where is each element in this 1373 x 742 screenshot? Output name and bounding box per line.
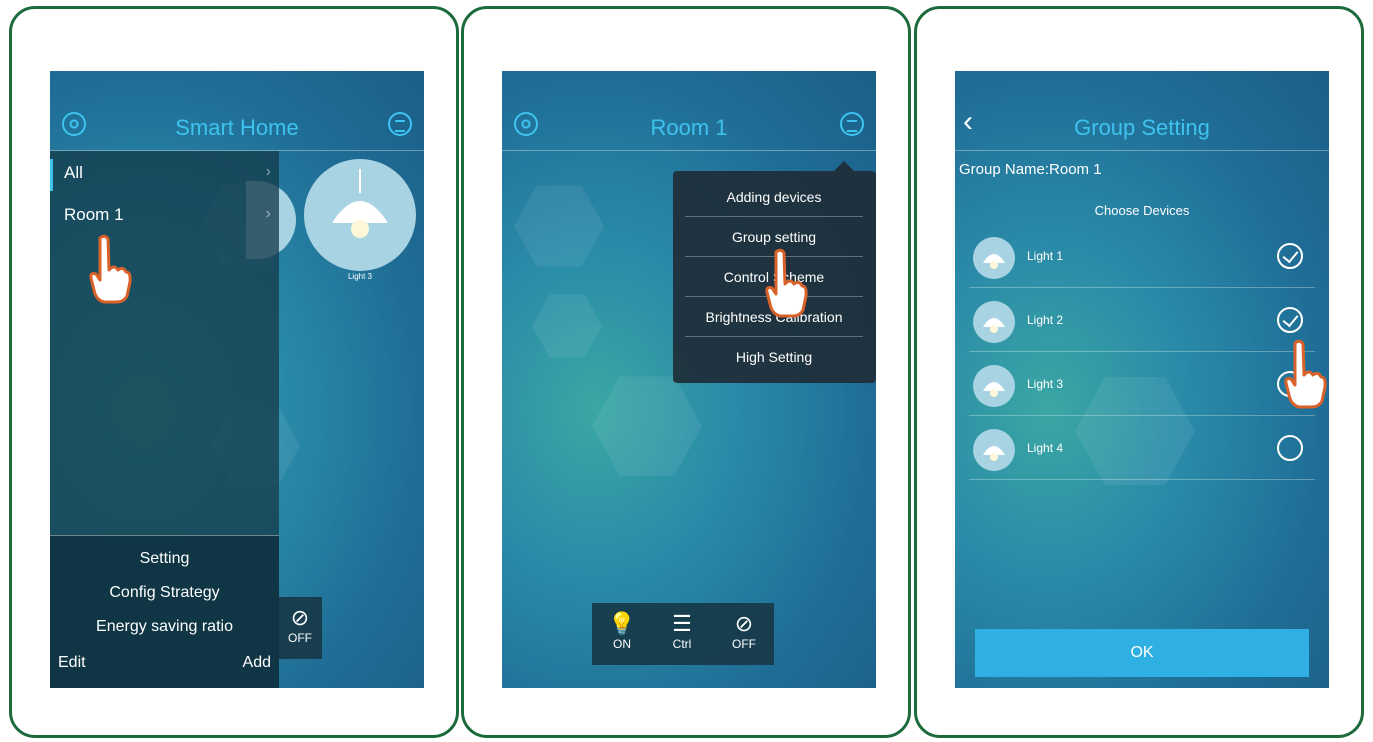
energy-saving-ratio-link[interactable]: Energy saving ratio [50,618,279,636]
screen-room: Room 1 Adding devices Group setting Cont… [502,71,876,688]
off-control[interactable]: ⊘ OFF [278,597,322,659]
ctrl-button[interactable]: ☰ Ctrl [662,611,702,651]
on-button[interactable]: 💡 ON [602,611,642,651]
screen-group-setting: ‹ Group Setting Group Name:Room 1 Choose… [955,71,1329,688]
config-strategy-link[interactable]: Config Strategy [50,584,279,602]
selected-indicator [50,159,53,191]
page-title: Group Setting [1074,115,1210,140]
ok-button[interactable]: OK [975,629,1309,677]
group-name-label: Group Name:Room 1 [959,161,1102,178]
bulb-off-icon: ⊘ [734,611,754,636]
pendant-lamp-icon [973,429,1015,471]
control-bar: 💡 ON ☰ Ctrl ⊘ OFF [592,603,774,665]
tap-hand-icon [88,234,132,304]
bg-hexagon [592,376,702,476]
chevron-right-icon: › [265,205,271,222]
setting-link[interactable]: Setting [50,550,279,568]
menu-item-high-setting[interactable]: High Setting [685,337,863,377]
tap-hand-icon [1283,339,1327,409]
device-label: Light 3 [347,272,373,281]
menu-icon[interactable] [388,112,412,136]
pendant-lamp-icon [973,365,1015,407]
check-circle-icon[interactable] [1277,243,1303,269]
off-label: OFF [732,637,756,651]
ctrl-label: Ctrl [672,637,692,651]
page-title: Smart Home [175,115,299,140]
menu-item-adding-devices[interactable]: Adding devices [685,177,863,217]
choose-devices-label: Choose Devices [1094,203,1190,218]
panel-group-setting: ‹ Group Setting Group Name:Room 1 Choose… [914,6,1364,738]
top-bar: Room 1 [502,71,876,151]
bulb-on-icon: 💡 [608,611,636,636]
on-label: ON [613,637,631,651]
device-row[interactable]: Light 4 [969,417,1315,480]
add-button[interactable]: Add [243,654,271,672]
bulb-off-icon: ⊘ [290,605,310,630]
device-name: Light 2 [1027,313,1064,327]
check-circle-icon[interactable] [1277,307,1303,333]
drawer-footer: Setting Config Strategy Energy saving ra… [50,535,279,688]
device-name: Light 4 [1027,441,1064,455]
menu-icon[interactable] [840,112,864,136]
top-bar: Smart Home [50,71,424,151]
empty-circle-icon[interactable] [1277,435,1303,461]
edit-button[interactable]: Edit [58,654,86,672]
device-name: Light 3 [1027,377,1064,391]
side-drawer: All › Room 1 › Setting Config Strategy E… [50,151,279,688]
page-title: Room 1 [650,115,728,140]
screen-smart-home: Smart Home Light 3 ⊘ OFF All › Room 1 › … [50,71,424,688]
chevron-right-icon: › [265,163,271,180]
off-label: OFF [288,631,312,645]
pendant-lamp-icon [973,237,1015,279]
panel-room: Room 1 Adding devices Group setting Cont… [461,6,911,738]
tap-hand-icon [764,248,808,318]
drawer-item-label: Room 1 [64,205,124,224]
device-name: Light 1 [1027,249,1064,263]
pendant-lamp-icon [332,169,388,238]
device-row[interactable]: Light 3 [969,353,1315,416]
bg-hexagon [514,185,604,267]
panel-smart-home: Smart Home Light 3 ⊘ OFF All › Room 1 › … [9,6,459,738]
top-bar: ‹ Group Setting [955,71,1329,151]
device-row[interactable]: Light 1 [969,225,1315,288]
bg-hexagon [532,294,602,358]
off-button[interactable]: ⊘ OFF [724,611,764,651]
lamp-device-icon[interactable] [304,159,416,271]
drawer-item-label: All [64,163,83,182]
sliders-icon: ☰ [672,611,692,636]
pendant-lamp-icon [973,301,1015,343]
device-row[interactable]: Light 2 [969,289,1315,352]
